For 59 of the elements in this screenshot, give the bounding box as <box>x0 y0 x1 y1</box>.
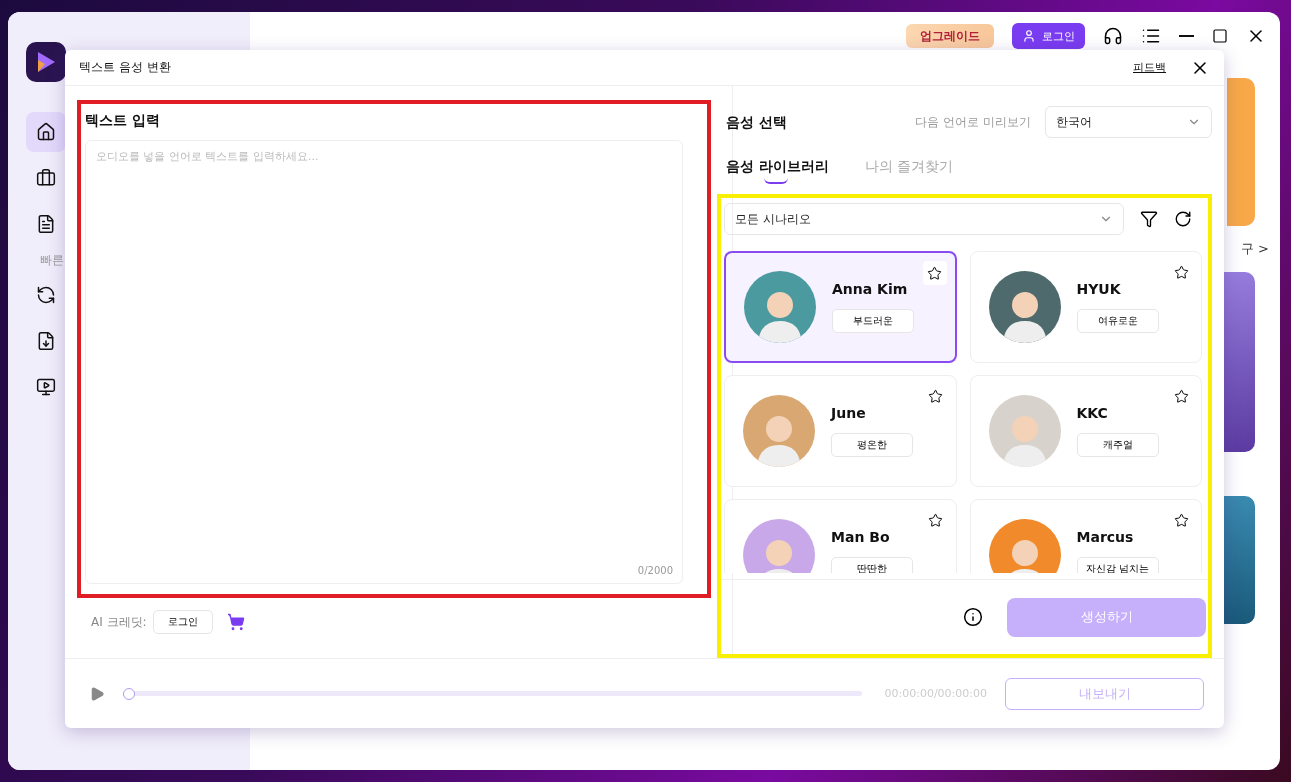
maximize-icon <box>1212 28 1228 44</box>
home-icon <box>36 122 56 142</box>
favorite-button[interactable] <box>922 261 947 285</box>
preview-language-label: 다음 언어로 미리보기 <box>915 113 1031 131</box>
app-logo <box>26 42 66 82</box>
cart-icon <box>226 613 245 631</box>
voice-card[interactable]: Marcus 자신감 넘치는 <box>969 499 1202 573</box>
voice-tag: 자신감 넘치는 <box>1076 557 1159 573</box>
scenario-select[interactable]: 모든 시나리오 <box>724 203 1124 235</box>
voice-card[interactable]: Anna Kim 부드러운 <box>724 251 957 363</box>
voice-name: Marcus <box>1076 529 1135 545</box>
feedback-link[interactable]: 피드백 <box>1133 60 1166 75</box>
login-button[interactable]: 로그인 <box>152 610 213 634</box>
voice-name: June <box>831 405 867 421</box>
star-icon <box>1173 512 1189 528</box>
login-button[interactable]: 로그인 <box>1012 23 1085 49</box>
user-icon <box>1022 29 1036 43</box>
voice-name: Anna Kim <box>832 281 909 297</box>
voice-card[interactable]: June 평온한 <box>724 375 957 487</box>
voice-tag: 딴딴한 <box>831 557 913 573</box>
voice-name: Man Bo <box>831 529 891 545</box>
more-link[interactable]: 구 > <box>1240 240 1269 258</box>
play-icon <box>89 685 105 702</box>
convert-icon <box>36 285 56 305</box>
voice-card[interactable]: Man Bo 딴딴한 <box>724 499 957 573</box>
headset-icon <box>1103 26 1123 46</box>
star-icon <box>1173 388 1189 404</box>
star-icon <box>927 265 942 281</box>
document-icon <box>36 214 56 234</box>
refresh-icon <box>1174 210 1192 228</box>
slider-thumb[interactable] <box>123 687 135 700</box>
briefcase-icon <box>36 168 56 188</box>
voice-tag: 캐주얼 <box>1076 433 1159 457</box>
voice-tag: 여유로운 <box>1076 309 1159 333</box>
voice-name: KKC <box>1076 405 1109 421</box>
credits-label: AI 크레딧: <box>91 613 147 631</box>
tab[interactable]: 음성 라이브러리 <box>726 158 829 182</box>
filter-icon <box>1140 210 1158 228</box>
star-icon <box>1173 264 1189 280</box>
voice-tag: 부드러운 <box>832 309 914 333</box>
video-icon <box>36 377 56 397</box>
voice-name: HYUK <box>1076 281 1122 297</box>
character-counter: 0/2000 <box>637 565 673 576</box>
star-icon <box>928 512 943 528</box>
upgrade-button[interactable]: 업그레이드 <box>906 24 994 48</box>
file-icon <box>36 331 56 351</box>
menu-icon <box>1141 26 1161 46</box>
info-icon <box>963 607 983 627</box>
star-icon <box>928 388 943 404</box>
section-heading: 음성 선택 <box>726 114 787 130</box>
voice-card[interactable]: KKC 캐주얼 <box>969 375 1202 487</box>
section-label: 빠른 <box>40 252 65 269</box>
section-heading: 텍스트 입력 <box>85 112 161 130</box>
language-select[interactable]: 한국어 <box>1045 106 1212 138</box>
voice-tag: 평온한 <box>831 433 913 457</box>
voice-card[interactable]: HYUK 여유로운 <box>969 251 1202 363</box>
progress-slider[interactable] <box>123 687 863 700</box>
sidebar-item[interactable] <box>26 112 66 152</box>
dialog-title: 텍스트 음성 변환 <box>79 59 171 76</box>
